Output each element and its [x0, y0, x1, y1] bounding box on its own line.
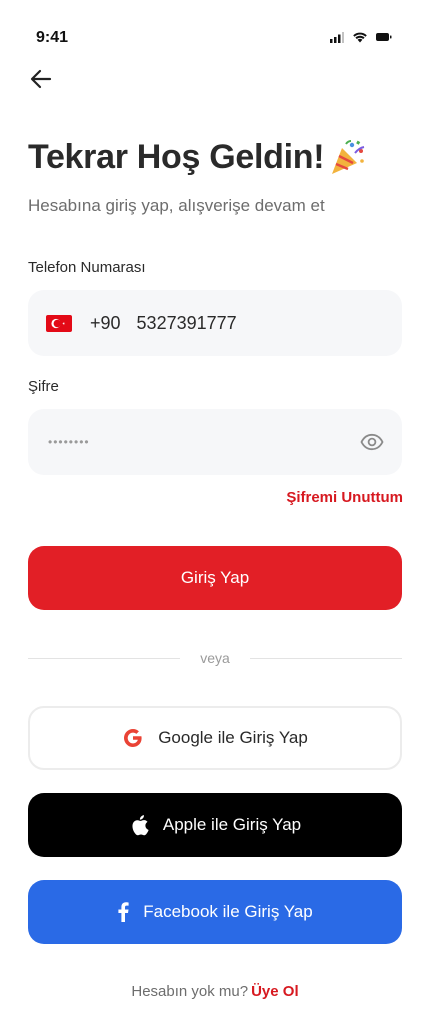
back-button[interactable]	[26, 64, 56, 94]
turkey-flag-icon[interactable]	[46, 314, 72, 332]
phone-input[interactable]	[136, 312, 367, 334]
facebook-button-label: Facebook ile Giriş Yap	[143, 902, 313, 921]
facebook-login-button[interactable]: Facebook ile Giriş Yap	[28, 880, 402, 944]
divider-line-left	[28, 657, 181, 659]
signup-question: Hesabın yok mu?	[131, 983, 249, 1000]
title-text: Tekrar Hoş Geldin!	[28, 138, 325, 176]
status-icons	[330, 31, 392, 43]
signup-link[interactable]: Üye Ol	[251, 983, 299, 1000]
password-field	[28, 409, 402, 475]
password-label: Şifre	[28, 378, 59, 395]
divider-line-right	[249, 657, 403, 659]
arrow-left-icon	[30, 69, 52, 89]
or-divider: veya	[28, 649, 403, 667]
page-subtitle: Hesabına giriş yap, alışverişe devam et	[28, 196, 325, 215]
google-button-label: Google ile Giriş Yap	[158, 728, 308, 747]
page-title: Tekrar Hoş Geldin!	[28, 138, 366, 177]
battery-icon	[376, 33, 392, 41]
signal-icon	[330, 31, 344, 43]
apple-icon	[129, 814, 149, 836]
phone-label: Telefon Numarası	[28, 259, 146, 276]
apple-button-label: Apple ile Giriş Yap	[162, 815, 302, 834]
country-code[interactable]: +90	[90, 313, 121, 334]
divider-label: veya	[200, 650, 230, 666]
google-icon	[122, 727, 144, 749]
login-button[interactable]: Giriş Yap	[28, 546, 402, 610]
party-popper-icon	[332, 139, 365, 174]
signup-prompt: Hesabın yok mu? Üye Ol	[0, 983, 430, 1000]
login-button-label: Giriş Yap	[180, 568, 250, 587]
apple-login-button[interactable]: Apple ile Giriş Yap	[28, 793, 402, 857]
wifi-icon	[353, 32, 367, 43]
forgot-password-link[interactable]: Şifremi Unuttum	[286, 489, 403, 506]
phone-field: +90	[28, 290, 402, 356]
google-login-button[interactable]: Google ile Giriş Yap	[28, 706, 402, 770]
status-bar: 9:41	[0, 0, 430, 60]
facebook-icon	[117, 902, 129, 922]
status-time: 9:41	[36, 29, 69, 46]
eye-icon[interactable]	[360, 430, 384, 454]
password-input[interactable]	[48, 435, 348, 449]
